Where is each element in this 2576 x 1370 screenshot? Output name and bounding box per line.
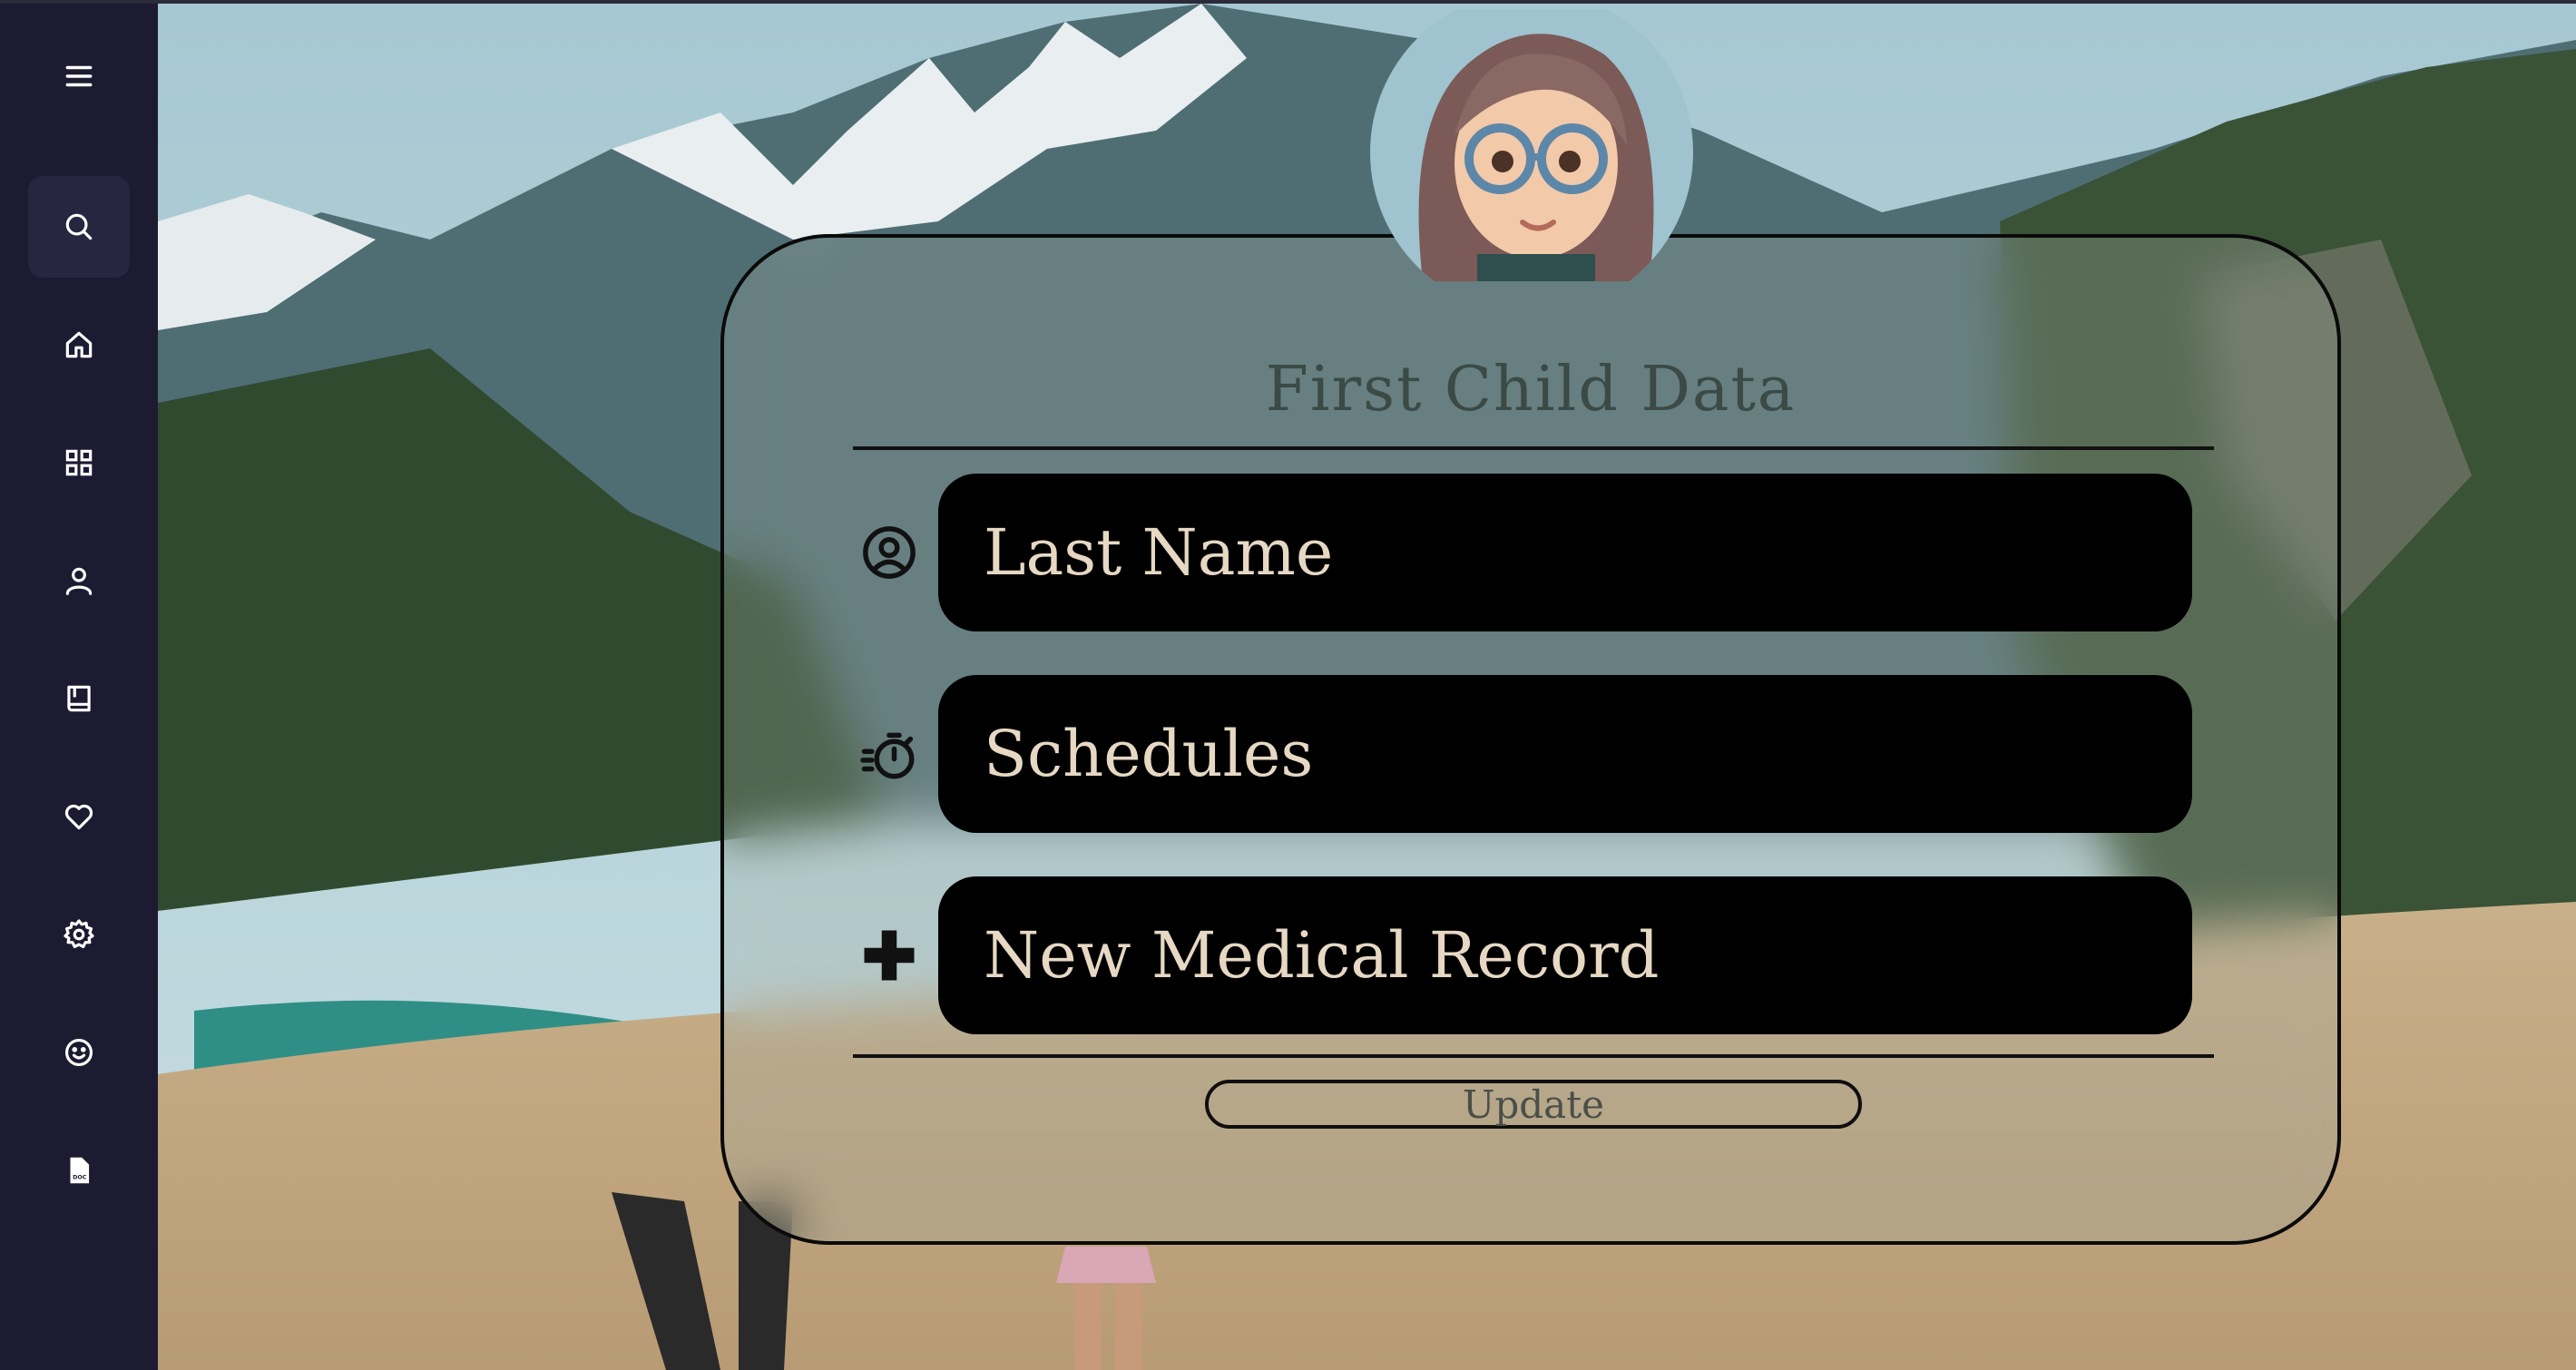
- card-title: First Child Data: [1265, 354, 1797, 426]
- gear-icon[interactable]: [28, 884, 130, 985]
- schedules-input[interactable]: [938, 675, 2192, 833]
- medical-record-row: [853, 876, 2214, 1034]
- search-icon[interactable]: [28, 176, 130, 278]
- avatar: [1370, 9, 1693, 281]
- plus-icon: [853, 919, 926, 992]
- medical-record-input[interactable]: [938, 876, 2192, 1034]
- grid-icon[interactable]: [28, 412, 130, 514]
- schedules-row: [853, 675, 2214, 833]
- update-button[interactable]: Update: [1205, 1080, 1862, 1129]
- heart-icon[interactable]: [28, 766, 130, 867]
- doc-file-icon[interactable]: DOC: [28, 1120, 130, 1221]
- bottom-divider: [853, 1054, 2214, 1058]
- smile-icon[interactable]: [28, 1002, 130, 1103]
- background-photo: First Child Data Update: [158, 4, 2576, 1370]
- child-data-card: First Child Data Update: [720, 234, 2341, 1245]
- user-icon[interactable]: [28, 530, 130, 631]
- menu-icon[interactable]: [28, 25, 130, 127]
- home-icon[interactable]: [28, 294, 130, 396]
- top-border: [0, 0, 2576, 4]
- sidebar: DOC: [0, 0, 158, 1370]
- user-circle-icon: [853, 516, 926, 589]
- last-name-row: [853, 474, 2214, 631]
- top-divider: [853, 446, 2214, 450]
- stopwatch-icon: [853, 718, 926, 790]
- doc-file-label: DOC: [73, 1175, 87, 1181]
- last-name-input[interactable]: [938, 474, 2192, 631]
- book-icon[interactable]: [28, 648, 130, 749]
